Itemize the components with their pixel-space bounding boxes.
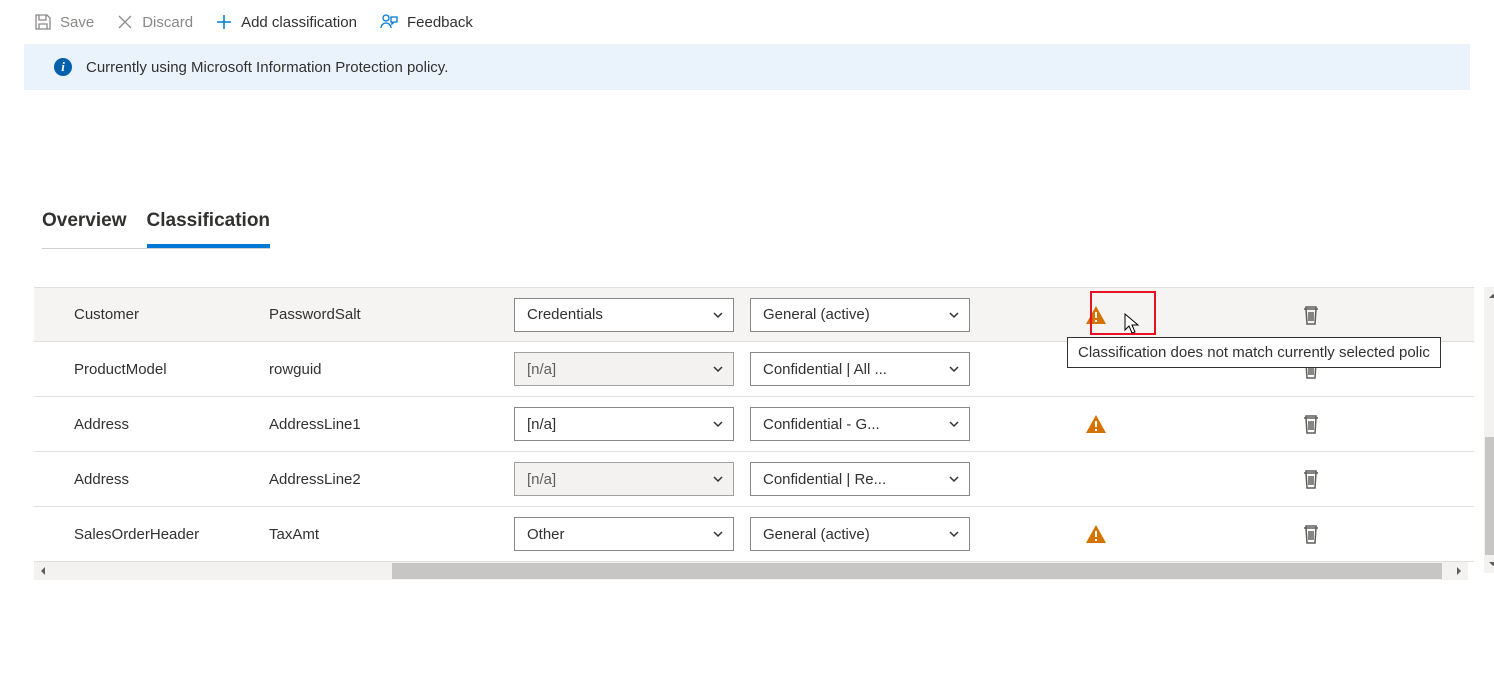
table-row: CustomerPasswordSalt Credentials General (…: [34, 287, 1474, 342]
delete-button[interactable]: [1301, 468, 1321, 490]
dropdown-value: Confidential | Re...: [763, 471, 886, 488]
dropdown-value: [n/a]: [527, 471, 556, 488]
plus-icon: [215, 13, 233, 31]
chevron-down-icon: [711, 417, 725, 431]
chevron-down-icon: [711, 308, 725, 322]
horizontal-scroll-track[interactable]: [52, 562, 1450, 580]
tabs: Overview Classification: [42, 210, 270, 249]
dropdown-value: [n/a]: [527, 416, 556, 433]
info-type-dropdown[interactable]: [n/a]: [514, 407, 734, 441]
chevron-down-icon: [947, 308, 961, 322]
dropdown-value: Confidential | All ...: [763, 361, 887, 378]
feedback-label: Feedback: [407, 14, 473, 31]
table-cell-schema: SalesOrderHeader: [34, 526, 269, 543]
horizontal-scrollbar[interactable]: [34, 562, 1468, 580]
info-type-dropdown[interactable]: Other: [514, 517, 734, 551]
table-cell-schema: ProductModel: [34, 361, 269, 378]
tab-overview[interactable]: Overview: [42, 210, 127, 248]
chevron-down-icon: [711, 362, 725, 376]
horizontal-scroll-thumb[interactable]: [392, 563, 1442, 579]
dropdown-value: Credentials: [527, 306, 603, 323]
chevron-down-icon: [947, 417, 961, 431]
dropdown-value: Other: [527, 526, 565, 543]
feedback-button[interactable]: Feedback: [379, 12, 473, 32]
warning-tooltip: Classification does not match currently …: [1067, 337, 1441, 368]
table-cell-column: PasswordSalt: [269, 306, 514, 323]
dropdown-value: General (active): [763, 526, 870, 543]
delete-button[interactable]: [1301, 413, 1321, 435]
save-icon: [34, 13, 52, 31]
add-classification-label: Add classification: [241, 14, 357, 31]
warning-icon[interactable]: [1084, 412, 1108, 436]
table-cell-column: AddressLine2: [269, 471, 514, 488]
scroll-down-button[interactable]: [1484, 555, 1494, 573]
scroll-up-button[interactable]: [1484, 287, 1494, 305]
vertical-scroll-thumb[interactable]: [1485, 437, 1494, 555]
table-row: AddressAddressLine1 [n/a] Confidential - G…: [34, 397, 1474, 452]
info-icon: i: [54, 58, 72, 76]
table-cell-column: TaxAmt: [269, 526, 514, 543]
table-cell-column: AddressLine1: [269, 416, 514, 433]
warning-icon[interactable]: [1084, 303, 1108, 327]
table-cell-column: rowguid: [269, 361, 514, 378]
dropdown-value: Confidential - G...: [763, 416, 880, 433]
classification-table: CustomerPasswordSalt Credentials General (…: [34, 287, 1484, 580]
table-cell-schema: Address: [34, 471, 269, 488]
scroll-right-button[interactable]: [1450, 562, 1468, 580]
sensitivity-label-dropdown[interactable]: General (active): [750, 298, 970, 332]
discard-label: Discard: [142, 14, 193, 31]
feedback-icon: [379, 12, 399, 32]
tab-classification[interactable]: Classification: [147, 210, 271, 248]
add-classification-button[interactable]: Add classification: [215, 13, 357, 31]
sensitivity-label-dropdown[interactable]: Confidential | All ...: [750, 352, 970, 386]
chevron-down-icon: [947, 527, 961, 541]
warning-icon[interactable]: [1084, 522, 1108, 546]
vertical-scrollbar[interactable]: [1484, 287, 1494, 573]
info-type-dropdown[interactable]: Credentials: [514, 298, 734, 332]
table-cell-schema: Customer: [34, 306, 269, 323]
scroll-left-button[interactable]: [34, 562, 52, 580]
dropdown-value: [n/a]: [527, 361, 556, 378]
table-row: SalesOrderHeaderTaxAmt Other General (acti…: [34, 507, 1474, 562]
toolbar: Save Discard Add classification Feedback: [0, 0, 1494, 44]
chevron-down-icon: [711, 472, 725, 486]
sensitivity-label-dropdown[interactable]: Confidential - G...: [750, 407, 970, 441]
chevron-down-icon: [947, 362, 961, 376]
close-icon: [116, 13, 134, 31]
chevron-down-icon: [947, 472, 961, 486]
info-type-dropdown: [n/a]: [514, 352, 734, 386]
table-cell-schema: Address: [34, 416, 269, 433]
info-type-dropdown: [n/a]: [514, 462, 734, 496]
banner-text: Currently using Microsoft Information Pr…: [86, 59, 448, 76]
sensitivity-label-dropdown[interactable]: Confidential | Re...: [750, 462, 970, 496]
chevron-down-icon: [711, 527, 725, 541]
delete-button[interactable]: [1301, 523, 1321, 545]
dropdown-value: General (active): [763, 306, 870, 323]
save-button[interactable]: Save: [34, 13, 94, 31]
info-banner: i Currently using Microsoft Information …: [24, 44, 1470, 90]
table-row: AddressAddressLine2 [n/a] Confidential | R…: [34, 452, 1474, 507]
discard-button[interactable]: Discard: [116, 13, 193, 31]
sensitivity-label-dropdown[interactable]: General (active): [750, 517, 970, 551]
delete-button[interactable]: [1301, 304, 1321, 326]
save-label: Save: [60, 14, 94, 31]
